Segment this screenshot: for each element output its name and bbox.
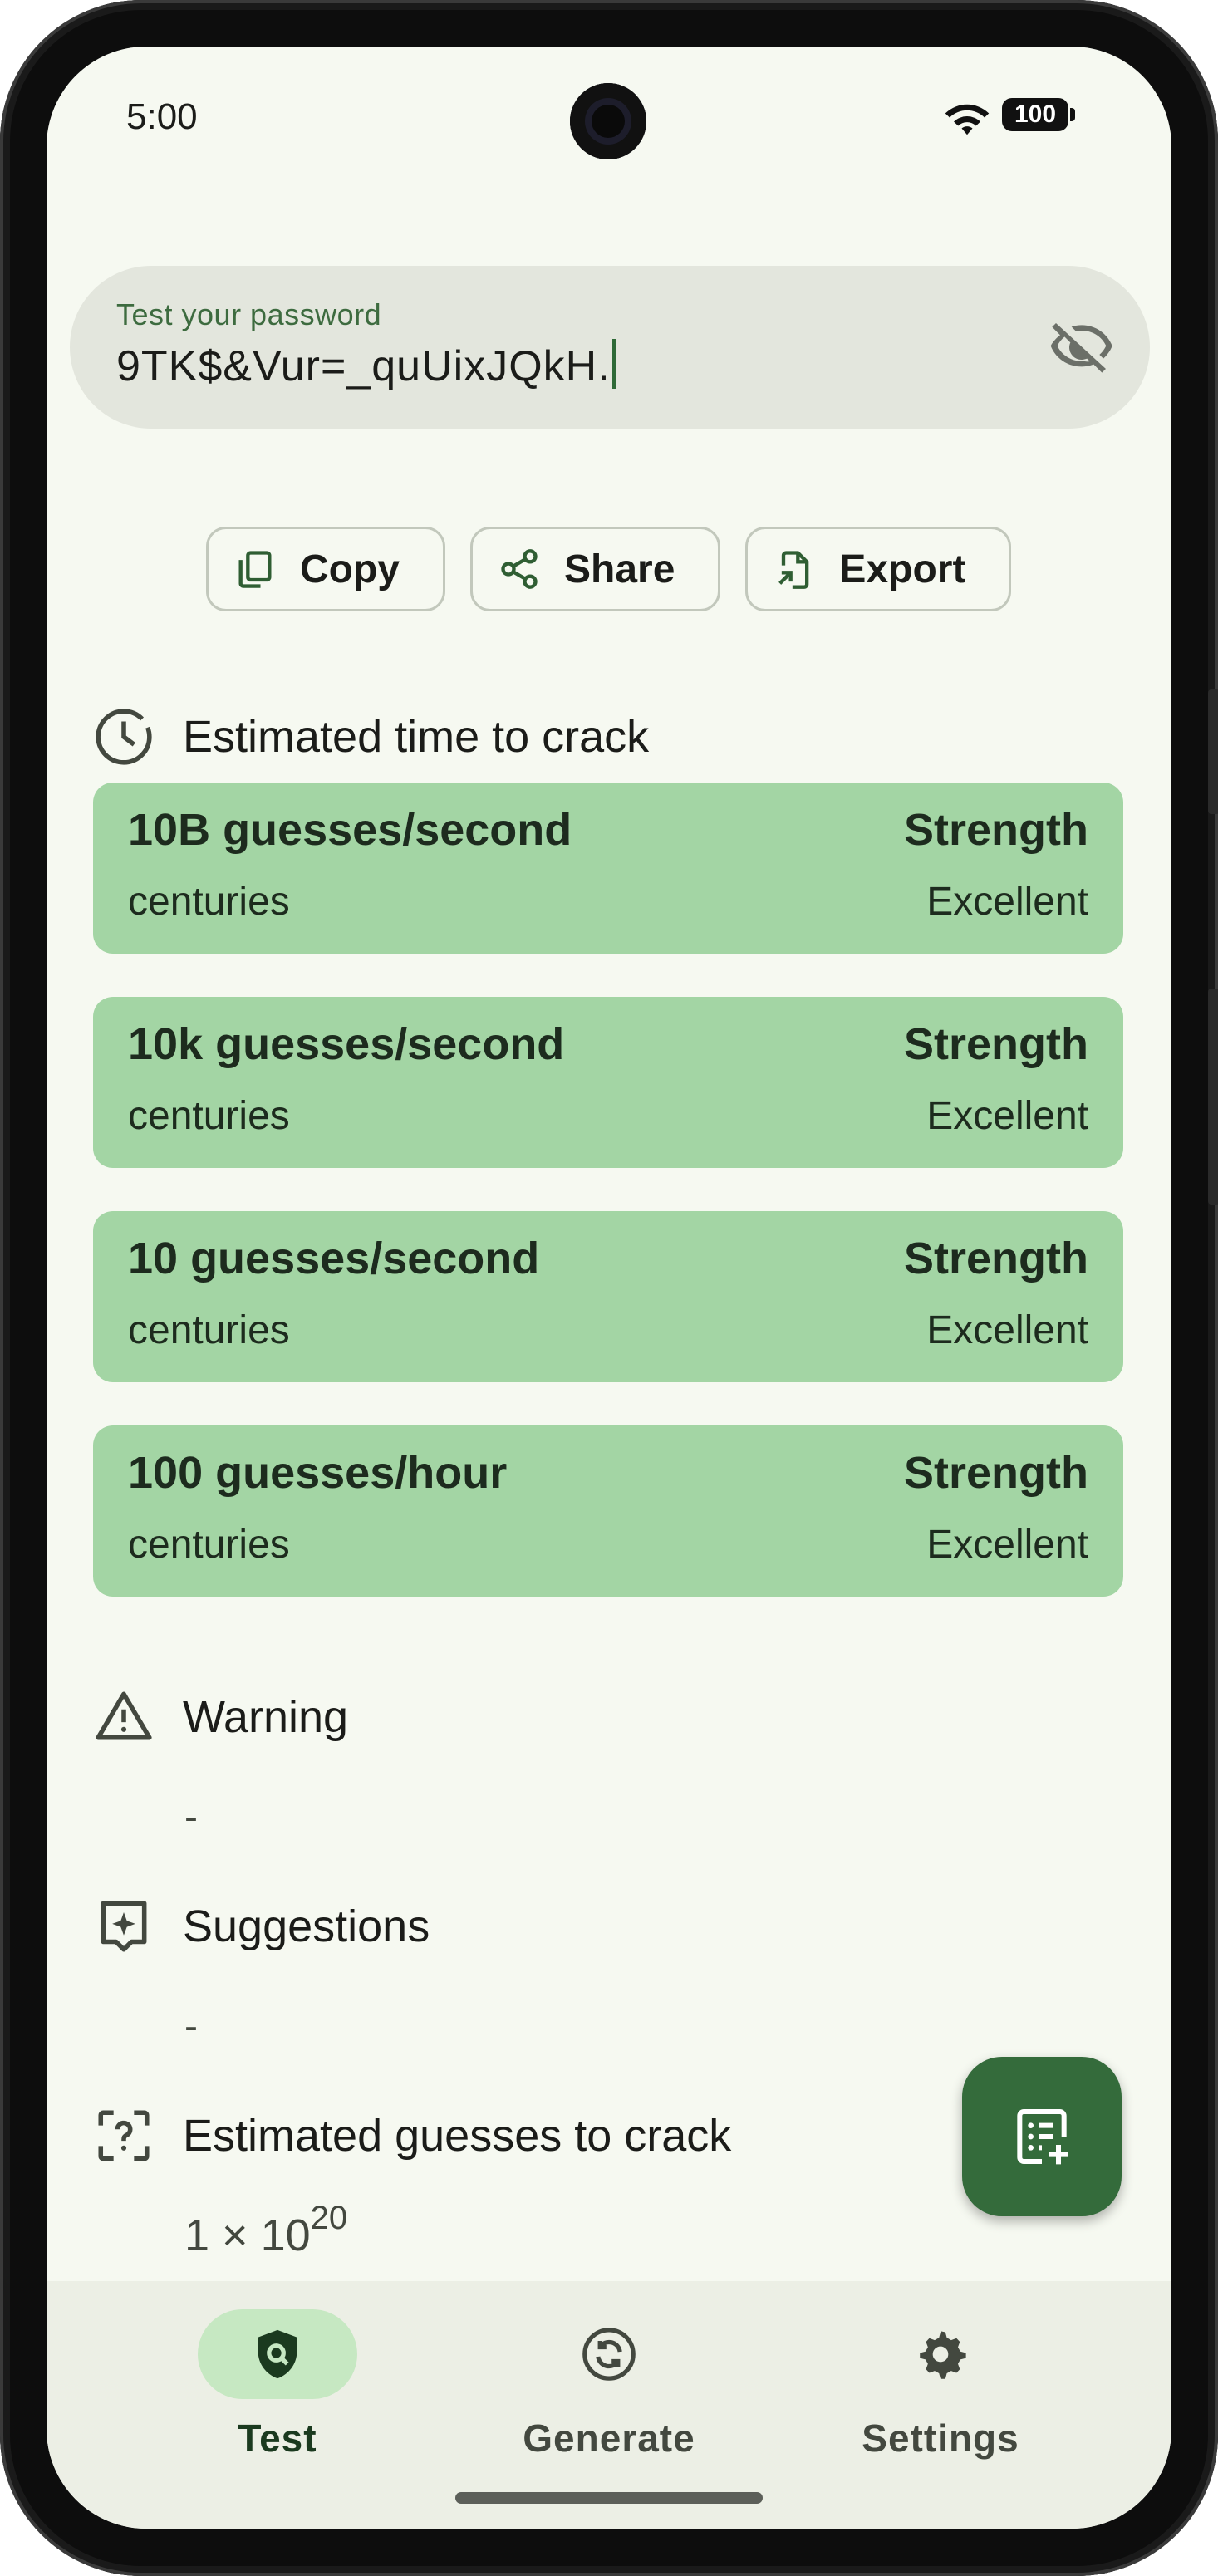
nav-pill [861,2309,1020,2399]
guesses-exponent: 20 [310,2200,348,2236]
copy-icon [238,551,272,588]
battery-icon: 100 [1002,98,1075,131]
share-icon [501,549,538,589]
text-caret [611,339,616,389]
add-note-button[interactable] [962,2057,1122,2216]
phone-frame: 5:00 100 Test your password 9TK$&Vur=_qu… [0,0,1218,2576]
volume-button [1208,689,1218,814]
nav-pill [529,2309,689,2399]
power-button [1208,989,1218,1205]
nav-item-generate[interactable]: Generate [484,2309,734,2461]
card-strength-label: Strength [904,805,1088,855]
guesses-title: Estimated guesses to crack [183,2111,732,2161]
screen: 5:00 100 Test your password 9TK$&Vur=_qu… [47,47,1171,2529]
warning-value: - [184,1795,198,1839]
nav-label-settings: Settings [862,2417,1019,2460]
guesses-heading: Estimated guesses to crack [93,2105,731,2166]
crack-time-heading: Estimated time to crack [93,706,649,768]
front-camera [570,83,646,159]
card-strength-value: Excellent [926,1523,1088,1567]
suggestions-title: Suggestions [183,1901,430,1951]
question-frame-icon [98,2110,150,2161]
crack-card: 10 guesses/second centuries Strength Exc… [93,1211,1123,1382]
action-row: Copy Share Export [206,527,1012,611]
export-icon [778,551,809,589]
add-note-icon [1017,2109,1068,2165]
eye-off-icon[interactable] [1049,314,1115,380]
nav-item-settings[interactable]: Settings [816,2309,1065,2461]
card-rate: 10 guesses/second [128,1234,540,1283]
gear-icon [920,2331,966,2379]
status-time: 5:00 [126,96,198,137]
wifi-icon [945,104,990,135]
suggestion-icon [101,1901,147,1952]
card-strength-label: Strength [904,1019,1088,1069]
card-rate: 10k guesses/second [128,1019,565,1069]
nav-label-test: Test [238,2417,317,2460]
card-rate: 100 guesses/hour [128,1448,508,1498]
card-time: centuries [128,880,290,924]
share-button[interactable]: Share [470,527,721,611]
card-time: centuries [128,1308,290,1352]
copy-label: Copy [300,547,400,591]
crack-time-title: Estimated time to crack [183,712,650,762]
share-label: Share [564,547,675,591]
password-label: Test your password [116,297,382,331]
card-strength-label: Strength [904,1448,1088,1498]
card-strength-value: Excellent [926,1094,1088,1138]
password-input[interactable]: Test your password 9TK$&Vur=_quUixJQkH. [70,266,1150,429]
copy-button[interactable]: Copy [206,527,445,611]
crack-card: 100 guesses/hour centuries Strength Exce… [93,1425,1123,1597]
nav-active-indicator [198,2309,357,2399]
crack-card: 10k guesses/second centuries Strength Ex… [93,997,1123,1168]
export-button[interactable]: Export [745,527,1012,611]
crack-card: 10B guesses/second centuries Strength Ex… [93,783,1123,954]
shield-search-icon [258,2329,297,2379]
card-time: centuries [128,1094,290,1138]
suggestions-heading: Suggestions [93,1896,430,1957]
home-indicator[interactable] [455,2492,763,2504]
password-value[interactable]: 9TK$&Vur=_quUixJQkH. [116,339,616,391]
refresh-icon [582,2328,636,2381]
suggestions-value: - [184,2004,198,2049]
nav-item-test[interactable]: Test [153,2309,402,2461]
card-strength-value: Excellent [926,880,1088,924]
warning-heading: Warning [93,1686,348,1748]
card-time: centuries [128,1523,290,1567]
warning-title: Warning [183,1692,349,1742]
nav-label-generate: Generate [523,2417,695,2460]
status-bar: 5:00 100 [47,47,1171,171]
warning-icon [96,1691,152,1740]
clock-icon [96,709,152,765]
card-rate: 10B guesses/second [128,805,572,855]
card-strength-value: Excellent [926,1308,1088,1352]
card-strength-label: Strength [904,1234,1088,1283]
export-label: Export [839,547,966,591]
guesses-value: 1 × 1020 [184,2200,348,2260]
